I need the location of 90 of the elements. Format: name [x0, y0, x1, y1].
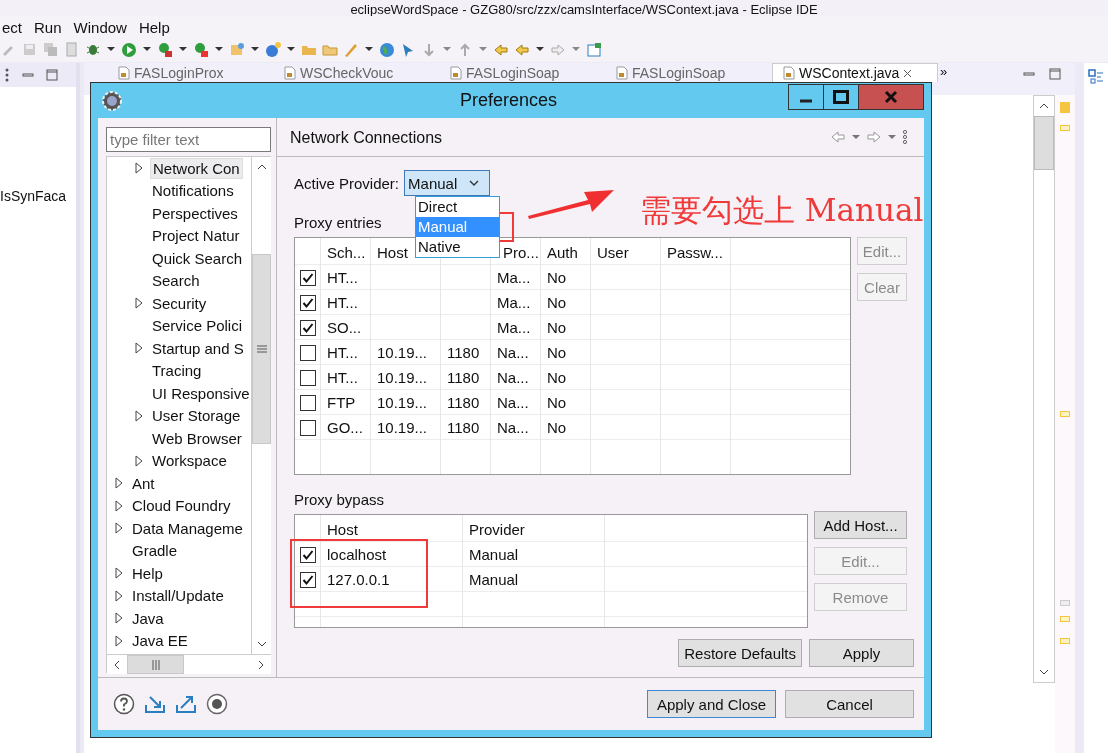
editor-tab[interactable]: FASLoginProx	[108, 63, 274, 82]
column-header[interactable]: Provider	[469, 521, 525, 538]
table-cell: 127.0.0.1	[327, 571, 390, 588]
column-header[interactable]: Sch...	[327, 244, 366, 261]
table-cell: Na...	[497, 394, 529, 411]
table-cell: SO...	[327, 319, 362, 336]
table-cell: Ma...	[497, 319, 531, 336]
tree-item[interactable]: Web Browser	[150, 428, 244, 448]
tree-item[interactable]: Notifications	[150, 181, 236, 201]
column-header[interactable]: User	[597, 244, 629, 261]
filter-field[interactable]: type filter text	[106, 127, 271, 152]
table-cell: localhost	[327, 546, 387, 563]
tree-item[interactable]: UI Responsive	[150, 383, 251, 403]
editor-tab[interactable]: FASLoginSoap	[606, 63, 772, 82]
tree-item[interactable]: Install/Update	[130, 586, 226, 606]
table-cell: No	[547, 369, 567, 386]
table-cell: No	[547, 419, 567, 436]
page-title: Network Connections	[290, 129, 443, 147]
tree-item[interactable]: Java	[130, 608, 166, 628]
table-cell: 1180	[447, 419, 480, 436]
menu-item[interactable]: ect	[0, 18, 30, 36]
table-cell: Ma...	[497, 294, 531, 311]
column-header[interactable]: Auth	[547, 244, 578, 261]
column-header[interactable]: Pro...	[503, 244, 539, 261]
column-header[interactable]: Host	[327, 521, 358, 538]
tree-item[interactable]: Security	[150, 293, 209, 313]
tree-item[interactable]: Network Con	[150, 157, 243, 179]
table-cell: No	[547, 344, 567, 361]
tree-item[interactable]: Service Polici	[150, 316, 245, 336]
table-cell: 10.19...	[377, 419, 428, 436]
table-cell: GO...	[327, 419, 363, 436]
tree-item[interactable]: User Storage	[150, 406, 243, 426]
window-title: eclipseWordSpace - GZG80/src/zzx/camsInterface/WSContext.java - Eclipse IDE	[350, 2, 818, 18]
table-cell: No	[547, 394, 567, 411]
code-text: IsSynFaca	[0, 188, 67, 204]
button[interactable]: Apply and Close	[647, 690, 776, 718]
table-cell: 10.19...	[377, 394, 428, 411]
table-cell: Manual	[469, 571, 519, 588]
table-cell: HT...	[327, 294, 358, 311]
tree-item[interactable]: Gradle	[130, 541, 180, 561]
tree-item[interactable]: Search	[150, 271, 202, 291]
tree-item[interactable]: Java EE	[130, 631, 190, 651]
tree-item[interactable]: Tracing	[150, 361, 204, 381]
table-cell: 10.19...	[377, 344, 428, 361]
table-cell: Ma...	[497, 269, 531, 286]
dialog-title: Preferences	[458, 90, 559, 111]
button[interactable]: Cancel	[785, 690, 914, 718]
table-cell: HT...	[327, 344, 358, 361]
table-cell: HT...	[327, 269, 358, 286]
tree-item[interactable]: Workspace	[150, 451, 229, 471]
column-header[interactable]: Host	[377, 244, 408, 261]
table-cell: Na...	[497, 344, 529, 361]
table-cell: 1180	[447, 394, 480, 411]
field-label: Active Provider:	[294, 174, 400, 192]
editor-tab[interactable]: FASLoginSoap	[440, 63, 606, 82]
table-cell: Manual	[469, 546, 519, 563]
tree-item[interactable]: Startup and S	[150, 338, 246, 358]
table-cell: 1180	[447, 344, 480, 361]
section-label: Proxy entries	[294, 214, 382, 232]
tree-item[interactable]: Data Manageme	[130, 518, 245, 538]
tree-item[interactable]: Help	[130, 563, 165, 583]
table-cell: No	[547, 294, 567, 311]
table-cell: FTP	[327, 394, 356, 411]
provider-dropdown[interactable]: Manual	[404, 170, 491, 196]
table-cell: No	[547, 319, 567, 336]
dropdown-option[interactable]: Native	[416, 237, 499, 257]
table-cell: Na...	[497, 419, 529, 436]
button[interactable]: Apply	[809, 639, 914, 667]
menu-item[interactable]: Window	[69, 18, 135, 36]
tree-item[interactable]: Project Natur	[150, 226, 242, 246]
tree-item[interactable]: Ant	[130, 473, 157, 493]
dropdown-option[interactable]: Direct	[416, 197, 499, 217]
annotation-text: 需要勾选上 Manual	[640, 191, 924, 230]
menu-item[interactable]: Help	[134, 18, 178, 36]
table-cell: No	[547, 269, 567, 286]
button[interactable]: Restore Defaults	[678, 639, 802, 667]
menu-item[interactable]: Run	[30, 18, 70, 36]
tree-item[interactable]: Perspectives	[150, 203, 240, 223]
column-header[interactable]: Passw...	[667, 244, 723, 261]
tree-item[interactable]: Quick Search	[150, 248, 245, 268]
section-label: Proxy bypass	[294, 491, 385, 509]
table-cell: 10.19...	[377, 369, 428, 386]
editor-tab[interactable]: WSContext.java	[772, 63, 938, 82]
table-cell: Na...	[497, 369, 529, 386]
table-cell: 1180	[447, 369, 480, 386]
button[interactable]: Add Host...	[814, 511, 907, 539]
tabs-overflow[interactable]: »	[940, 64, 948, 79]
table-cell: HT...	[327, 369, 358, 386]
tree-item[interactable]: Cloud Foundry	[130, 496, 233, 516]
editor-tab[interactable]: WSCheckVouc	[274, 63, 440, 82]
